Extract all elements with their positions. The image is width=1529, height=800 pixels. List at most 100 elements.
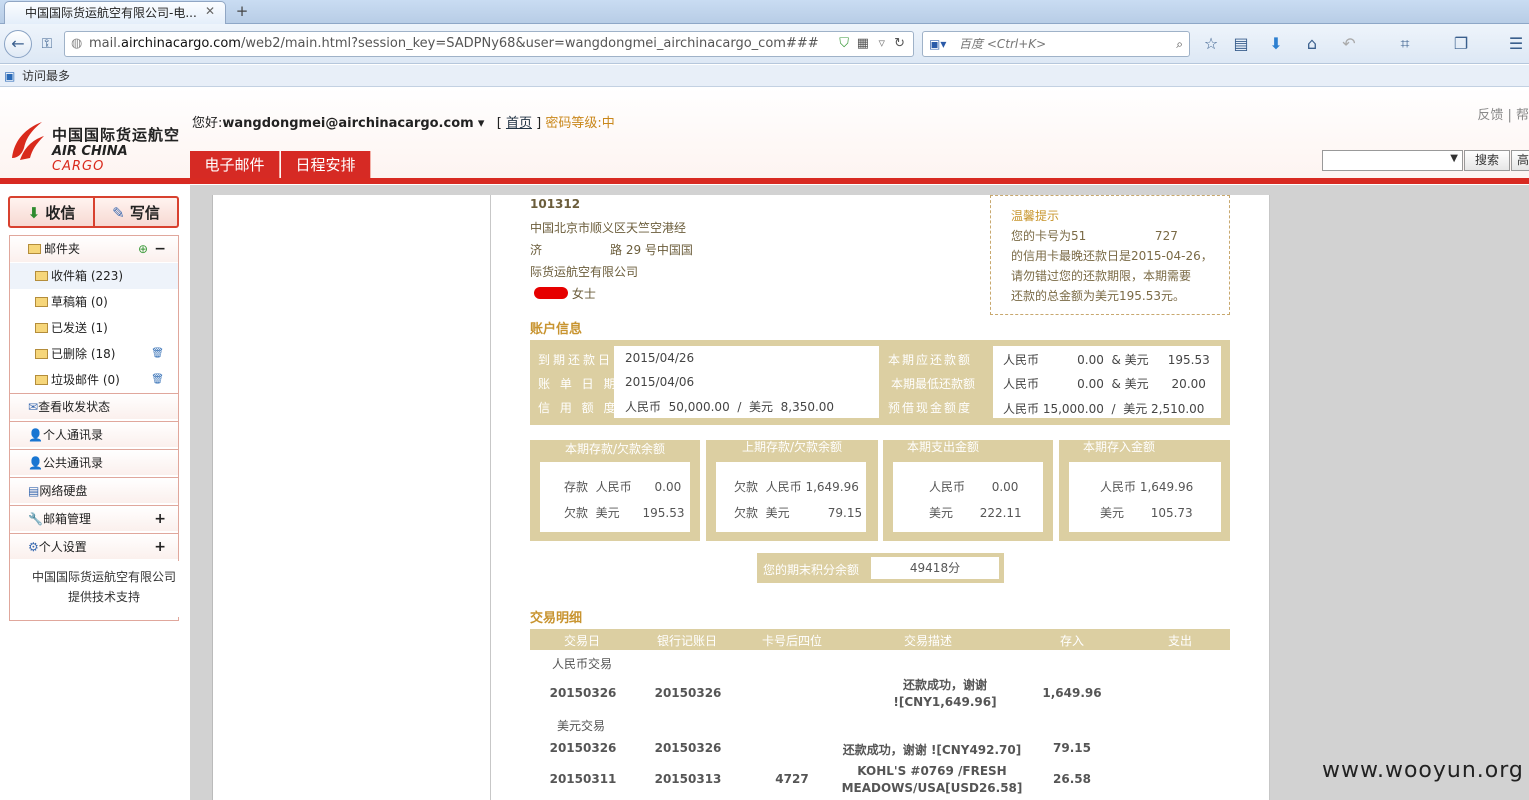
header-divider (0, 178, 1529, 184)
sidebar-item-mailbox-manage[interactable]: 🔧邮箱管理 + (10, 505, 178, 531)
col-card-last4: 卡号后四位 (761, 634, 822, 648)
add-folder-icon[interactable]: ⊕ (138, 236, 148, 262)
wrench-icon: 🔧 (28, 512, 43, 526)
window-icon[interactable]: ❐ (1450, 32, 1472, 56)
airchina-logo[interactable]: 中国国际货运航空 AIR CHINA CARGO (8, 118, 180, 174)
folder-icon (35, 349, 48, 359)
usd-section-label: 美元交易 (557, 719, 606, 733)
greeting-label: 您好: (192, 116, 223, 131)
balance-line: 存款 人民币 0.00 (564, 480, 682, 494)
bookmark-most-visited[interactable]: 访问最多 (22, 69, 70, 83)
url-prefix: mail. (89, 36, 121, 51)
url-domain: airchinacargo.com (121, 36, 241, 51)
table-cell: 1,649.96 (1042, 686, 1102, 700)
transactions-title: 交易明细 (530, 611, 583, 626)
star-icon[interactable]: ☆ (1200, 32, 1222, 56)
col-description: 交易描述 (903, 634, 952, 648)
folder-icon (28, 244, 41, 254)
top-links[interactable]: 反馈 | 帮 (1477, 104, 1529, 123)
support-line-2: 提供技术支持 (67, 590, 140, 604)
sidebar-item-public-contacts[interactable]: 👤公共通讯录 (10, 449, 178, 475)
redaction-mark (534, 287, 568, 299)
reader-icon[interactable]: ▤ (1230, 32, 1252, 56)
sidebar-item-status[interactable]: ✉查看收发状态 (10, 393, 178, 419)
compose-button[interactable]: ✎ 写信 (93, 196, 179, 228)
balance-deposited: 本期存入金额 人民币 1,649.96 美元 105.73 (1059, 440, 1230, 541)
expand-icon[interactable]: + (154, 534, 166, 560)
credit-limit-label: 信 用 额 度 (538, 401, 619, 415)
table-cell: 79.15 (1053, 741, 1091, 755)
phoenix-icon (12, 122, 44, 160)
address-bar[interactable]: ◍ mail.airchinacargo.com/web2/main.html?… (64, 31, 914, 57)
folder-root[interactable]: 邮件夹 ⊕ − (10, 236, 178, 262)
chevron-down-icon[interactable]: ▾ (478, 116, 485, 131)
folder-deleted[interactable]: 已删除 (18) 🗑 (10, 341, 178, 367)
balance-line: 人民币 0.00 (929, 480, 1019, 494)
user-greeting: 您好:wangdongmei@airchinacargo.com ▾ [ 首页 … (192, 116, 615, 131)
hint-line: 请勿错过您的还款期限，本期需要 (1011, 269, 1192, 283)
table-cell: 还款成功，谢谢 ![CNY492.70] (842, 743, 1022, 757)
close-icon[interactable]: ✕ (205, 4, 215, 18)
search-button[interactable]: 搜索 (1464, 150, 1510, 171)
undo-icon[interactable]: ↶ (1338, 32, 1360, 56)
support-text: 中国国际货运航空有限公司 提供技术支持 (19, 561, 189, 617)
browser-tabbar: 中国国际货运航空有限公司-电... ✕ + (0, 0, 1529, 24)
mail-header: 中国国际货运航空 AIR CHINA CARGO 您好:wangdongmei@… (0, 88, 1529, 184)
sidebar-item-netdisk[interactable]: ▤网络硬盘 (10, 477, 178, 503)
folder-icon (35, 271, 48, 281)
receive-button[interactable]: ⬇ 收信 (8, 196, 95, 228)
dropdown-icon[interactable]: ▿ (878, 32, 885, 56)
balance-line: 欠款 美元 195.53 (564, 506, 685, 520)
search-input[interactable]: ▣▾ 百度 <Ctrl+K> ⌕ (922, 31, 1190, 57)
advanced-search-button[interactable]: 高 (1511, 150, 1529, 171)
reload-icon[interactable]: ↻ (894, 32, 905, 56)
folder-drafts[interactable]: 草稿箱 (0) (10, 289, 178, 315)
min-payment-value: 人民币 0.00 & 美元 20.00 (1003, 377, 1206, 391)
account-info-title: 账户信息 (530, 322, 583, 337)
table-cell: 26.58 (1053, 772, 1091, 786)
qrcode-icon[interactable]: ▦ (857, 32, 869, 56)
chevron-down-icon: ▼ (1450, 153, 1458, 164)
collapse-icon[interactable]: − (154, 236, 166, 262)
amount-due-label: 本期应还款额 (888, 353, 973, 367)
back-button[interactable]: ← (4, 30, 32, 58)
trash-icon[interactable]: 🗑 (151, 341, 164, 367)
gear-icon: ⚙ (28, 540, 39, 554)
folder-spam[interactable]: 垃圾邮件 (0) 🗑 (10, 367, 178, 393)
hint-box: 温馨提示 您的卡号为51 727 的信用卡最晚还款日是2015-04-26， 请… (990, 195, 1230, 315)
tab-schedule[interactable]: 日程安排 (281, 151, 371, 179)
sidebar-item-personal-contacts[interactable]: 👤个人通讯录 (10, 421, 178, 447)
crop-icon[interactable]: ⌗ (1394, 32, 1416, 56)
support-line-1: 中国国际货运航空有限公司 (31, 570, 176, 584)
menu-icon[interactable]: ☰ (1505, 32, 1527, 56)
search-icon[interactable]: ⌕ (1176, 32, 1183, 56)
new-tab-button[interactable]: + (231, 2, 253, 21)
home-link[interactable]: 首页 (506, 116, 532, 131)
folder-sent[interactable]: 已发送 (1) (10, 315, 178, 341)
sidebar-item-settings[interactable]: ⚙个人设置 + (10, 533, 178, 559)
trash-icon[interactable]: 🗑 (151, 367, 164, 393)
contacts-icon: 👤 (28, 428, 43, 442)
browser-tab[interactable]: 中国国际货运航空有限公司-电... (4, 1, 226, 24)
hint-title: 温馨提示 (1011, 209, 1060, 223)
search-scope-select[interactable]: ▼ (1322, 150, 1463, 171)
folder-inbox[interactable]: 收件箱 (223) (10, 263, 178, 289)
bookmark-icon: ▣ (4, 69, 16, 83)
expand-icon[interactable]: + (154, 506, 166, 532)
sidebar: ⬇ 收信 ✎ 写信 邮件夹 ⊕ − 收件箱 (223) 草稿箱 (0) 已发送 (1… (0, 185, 190, 800)
user-account[interactable]: wangdongmei@airchinacargo.com (222, 116, 473, 131)
contacts-icon: 👤 (28, 456, 43, 470)
hint-line: 还款的总金额为美元195.53元。 (1011, 289, 1185, 303)
table-cell: KOHL'S #0769 /FRESH MEADOWS/USA[USD26.58] (841, 764, 1023, 795)
balance-line: 欠款 美元 79.15 (734, 506, 863, 520)
balance-head: 本期存款/欠款余额 (564, 442, 666, 456)
balance-spent: 本期支出金额 人民币 0.00 美元 222.11 (883, 440, 1053, 541)
col-withdraw: 支出 (1167, 634, 1192, 648)
due-date-value: 2015/04/26 (625, 351, 695, 365)
folder-icon (35, 323, 48, 333)
download-icon[interactable]: ⬇ (1265, 32, 1287, 56)
home-icon[interactable]: ⌂ (1300, 32, 1324, 56)
tab-email[interactable]: 电子邮件 (190, 151, 280, 179)
mail-status-icon: ✉ (28, 400, 39, 414)
statement-date-label: 账 单 日 期 (538, 377, 619, 391)
